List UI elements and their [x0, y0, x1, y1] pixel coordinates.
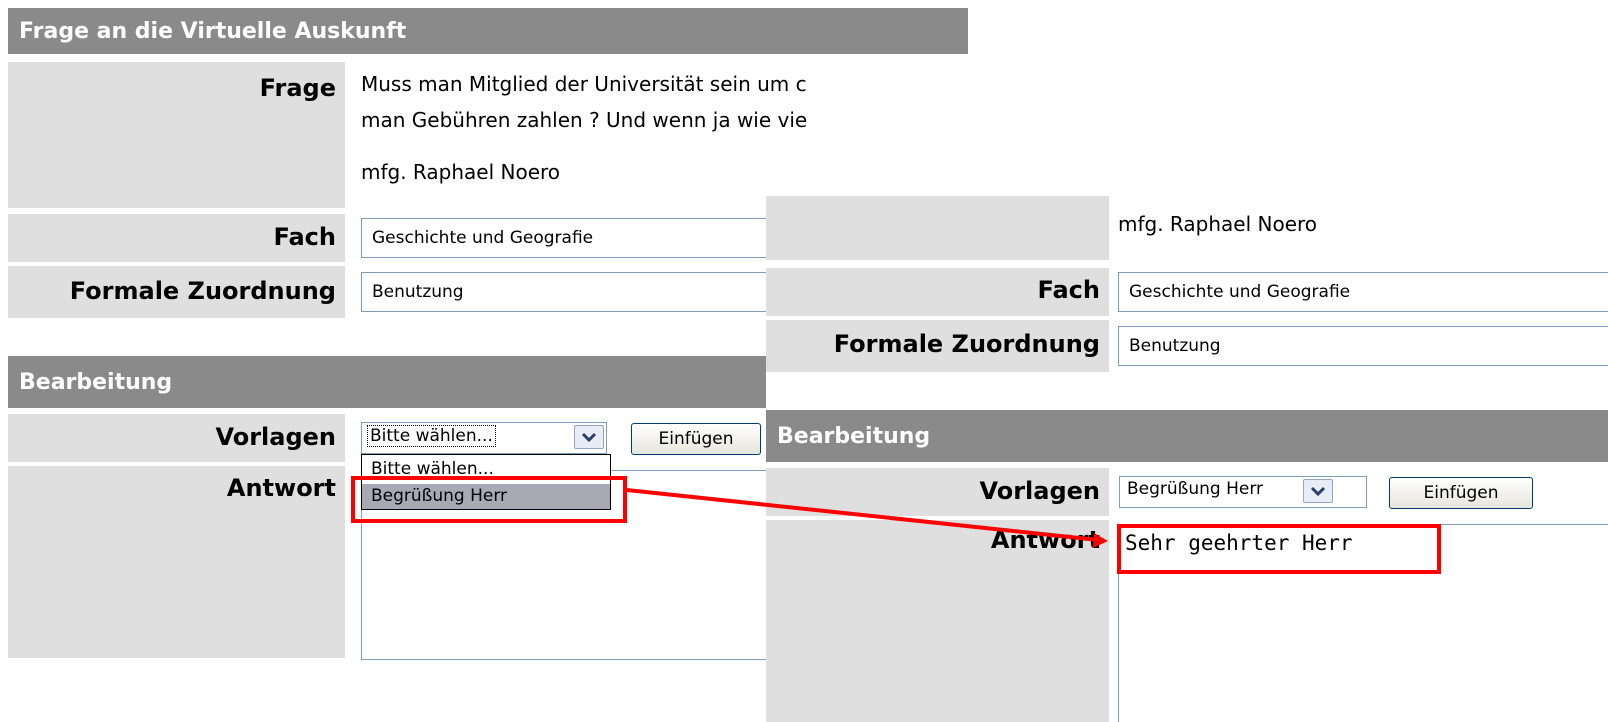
right-fach-label: Fach [1037, 276, 1101, 304]
right-einfuegen-button-label: Einfügen [1423, 483, 1499, 503]
fach-label: Fach [273, 223, 337, 251]
vorlagen-label-cell: Vorlagen [8, 414, 345, 462]
question-section-header: Frage an die Virtuelle Auskunft [8, 8, 968, 54]
vorlagen-label: Vorlagen [215, 423, 336, 451]
right-vorlagen-label: Vorlagen [979, 477, 1100, 505]
antwort-label: Antwort [226, 474, 336, 502]
vorlagen-select[interactable]: Bitte wählen... [361, 422, 607, 454]
zuordnung-value: Benutzung [372, 282, 464, 302]
frage-label-cell: Frage [8, 62, 345, 208]
zuordnung-label: Formale Zuordnung [69, 277, 336, 305]
right-frage-label-cell [766, 196, 1109, 260]
frage-line-2: man Gebühren zahlen ? Und wenn ja wie vi… [361, 108, 808, 132]
fach-field[interactable]: Geschichte und Geografie [361, 218, 781, 258]
einfuegen-button-label: Einfügen [658, 429, 734, 449]
right-fach-value: Geschichte und Geografie [1129, 282, 1351, 302]
right-zuordnung-value: Benutzung [1129, 336, 1221, 356]
right-antwort-label: Antwort [990, 526, 1100, 554]
right-vorlagen-select[interactable]: Begrüßung Herr [1119, 476, 1367, 508]
right-bearbeitung-title: Bearbeitung [777, 423, 931, 449]
right-zuordnung-label-cell: Formale Zuordnung [766, 320, 1109, 372]
right-bearbeitung-section-header: Bearbeitung [766, 410, 1608, 462]
frage-signature: mfg. Raphael Noero [361, 160, 561, 184]
chevron-down-icon[interactable] [1303, 479, 1333, 503]
right-vorlagen-label-cell: Vorlagen [766, 468, 1109, 516]
frage-line-1: Muss man Mitglied der Universität sein u… [361, 72, 807, 96]
fach-value: Geschichte und Geografie [372, 228, 594, 248]
right-fach-field[interactable]: Geschichte und Geografie [1118, 272, 1608, 312]
highlight-selected-option [351, 476, 627, 523]
result-form-panel: mfg. Raphael Noero Fach Geschichte und G… [766, 196, 1608, 722]
fach-label-cell: Fach [8, 214, 345, 262]
highlight-inserted-text [1117, 524, 1441, 574]
zuordnung-field[interactable]: Benutzung [361, 272, 781, 312]
right-fach-label-cell: Fach [766, 268, 1109, 316]
frage-label: Frage [259, 74, 336, 102]
vorlagen-selected-value: Bitte wählen... [367, 425, 496, 447]
einfuegen-button[interactable]: Einfügen [631, 423, 761, 455]
question-section-title: Frage an die Virtuelle Auskunft [19, 18, 407, 44]
right-einfuegen-button[interactable]: Einfügen [1389, 477, 1533, 509]
right-zuordnung-label: Formale Zuordnung [833, 330, 1100, 358]
right-frage-signature: mfg. Raphael Noero [1118, 212, 1318, 236]
right-antwort-label-cell: Antwort [766, 520, 1109, 722]
zuordnung-label-cell: Formale Zuordnung [8, 266, 345, 318]
right-vorlagen-selected-value: Begrüßung Herr [1127, 479, 1264, 499]
bearbeitung-title: Bearbeitung [19, 369, 173, 395]
antwort-label-cell: Antwort [8, 466, 345, 658]
chevron-down-icon[interactable] [574, 425, 604, 449]
right-zuordnung-field[interactable]: Benutzung [1118, 326, 1608, 366]
